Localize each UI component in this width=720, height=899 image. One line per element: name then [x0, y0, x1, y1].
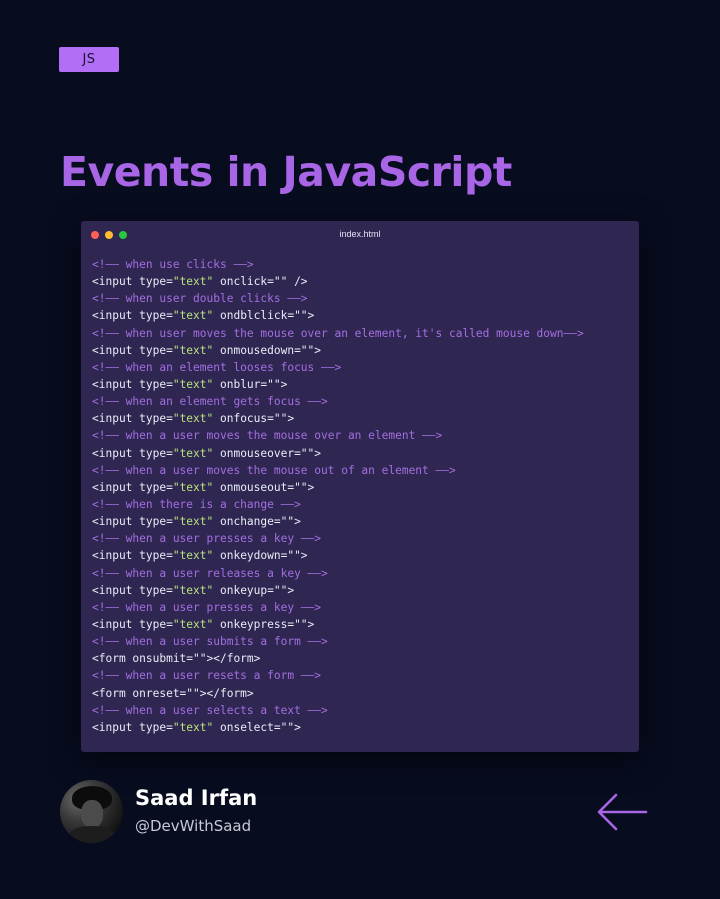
code-tag-part: <form onsubmit=""></form>: [92, 652, 261, 666]
code-attribute-part: onmouseout="">: [213, 480, 315, 494]
code-comment-line: <!—— when a user presses a key ——>: [92, 532, 322, 546]
code-comment-line: <!—— when use clicks ——>: [92, 258, 254, 271]
arrow-left-icon[interactable]: [594, 790, 650, 834]
code-string-part: "text": [172, 446, 214, 460]
code-line: <input type="text" onkeydown="">: [92, 547, 633, 564]
code-tag-part: <input type=: [92, 309, 173, 323]
code-string-part: "text": [172, 617, 214, 631]
code-attribute-part: onkeydown="">: [213, 549, 308, 563]
code-line: <input type="text" onmouseover="">: [92, 445, 633, 462]
code-string-part: "text": [172, 549, 214, 563]
code-tag-part: <input type=: [92, 446, 173, 460]
code-tag-part: <input type=: [92, 549, 173, 563]
code-comment-line: <!—— when a user moves the mouse over an…: [92, 429, 443, 443]
page-title: Events in JavaScript: [60, 148, 512, 196]
code-line: <input type="text" onblur="">: [92, 376, 633, 393]
code-tag-part: <input type=: [92, 583, 173, 597]
code-line: <input type="text" onmouseout="">: [92, 479, 633, 496]
code-attribute-part: onclick="" />: [213, 275, 308, 289]
code-string-part: "text": [172, 275, 214, 289]
code-line: <form onsubmit=""></form>: [92, 650, 633, 667]
code-string-part: "text": [172, 720, 214, 734]
code-tag-part: <input type=: [92, 515, 173, 529]
code-line: <input type="text" onclick="" />: [92, 273, 633, 290]
code-tag-part: <input type=: [92, 480, 173, 494]
code-line: <input type="text" onselect="">: [92, 719, 633, 736]
code-line: <input type="text" ondblclick="">: [92, 307, 633, 324]
code-tag-part: <input type=: [92, 377, 173, 391]
code-string-part: "text": [172, 480, 214, 494]
avatar: [60, 780, 123, 843]
code-comment-line: <!—— when a user submits a form ——>: [92, 635, 328, 649]
code-attribute-part: onmousedown="">: [213, 343, 322, 357]
code-attribute-part: onmouseover="">: [213, 446, 322, 460]
code-editor-window: index.html <!—— when use clicks ——> <inpu…: [81, 221, 639, 752]
code-string-part: "text": [172, 309, 214, 323]
code-line: <form onreset=""></form>: [92, 685, 633, 702]
code-comment-line: <!—— when a user presses a key ——>: [92, 600, 322, 614]
code-string-part: "text": [172, 583, 214, 597]
code-comment-line: <!—— when there is a change ——>: [92, 497, 301, 511]
code-line: <input type="text" onmousedown="">: [92, 342, 633, 359]
code-string-part: "text": [172, 412, 214, 426]
code-attribute-part: ondblclick="">: [213, 309, 315, 323]
code-comment-line: <!—— when a user resets a form ——>: [92, 669, 322, 683]
code-tag-part: <input type=: [92, 412, 173, 426]
code-attribute-part: onblur="">: [213, 377, 288, 391]
language-badge: JS: [59, 47, 119, 72]
code-comment-line: <!—— when an element looses focus ——>: [92, 360, 342, 374]
code-string-part: "text": [172, 515, 214, 529]
window-titlebar: index.html: [81, 221, 639, 247]
code-attribute-part: onselect="">: [213, 720, 301, 734]
code-line: <input type="text" onchange="">: [92, 513, 633, 530]
file-name: index.html: [339, 229, 381, 239]
code-string-part: "text": [172, 377, 214, 391]
code-attribute-part: onkeypress="">: [213, 617, 315, 631]
code-attribute-part: onkeyup="">: [213, 583, 295, 597]
code-comment-line: <!—— when user double clicks ——>: [92, 292, 308, 306]
code-string-part: "text": [172, 343, 214, 357]
code-tag-part: <input type=: [92, 343, 173, 357]
code-attribute-part: onchange="">: [213, 515, 301, 529]
code-attribute-part: onfocus="">: [213, 412, 295, 426]
code-line: <input type="text" onfocus="">: [92, 410, 633, 427]
code-comment-line: <!—— when a user releases a key ——>: [92, 566, 328, 580]
code-comment-line: <!—— when a user moves the mouse out of …: [92, 463, 456, 477]
code-tag-part: <input type=: [92, 720, 173, 734]
code-comment-line: <!—— when an element gets focus ——>: [92, 395, 328, 409]
code-tag-part: <form onreset=""></form>: [92, 686, 254, 700]
code-tag-part: <input type=: [92, 617, 173, 631]
author-handle: @DevWithSaad: [135, 817, 252, 835]
author-name: Saad Irfan: [135, 786, 258, 810]
code-comment-line: <!—— when user moves the mouse over an e…: [92, 326, 584, 340]
code-line: <input type="text" onkeyup="">: [92, 582, 633, 599]
code-block: <!—— when use clicks ——> <input type="tex…: [92, 256, 633, 736]
code-tag-part: <input type=: [92, 275, 173, 289]
code-comment-line: <!—— when a user selects a text ——>: [92, 703, 328, 717]
code-line: <input type="text" onkeypress="">: [92, 616, 633, 633]
